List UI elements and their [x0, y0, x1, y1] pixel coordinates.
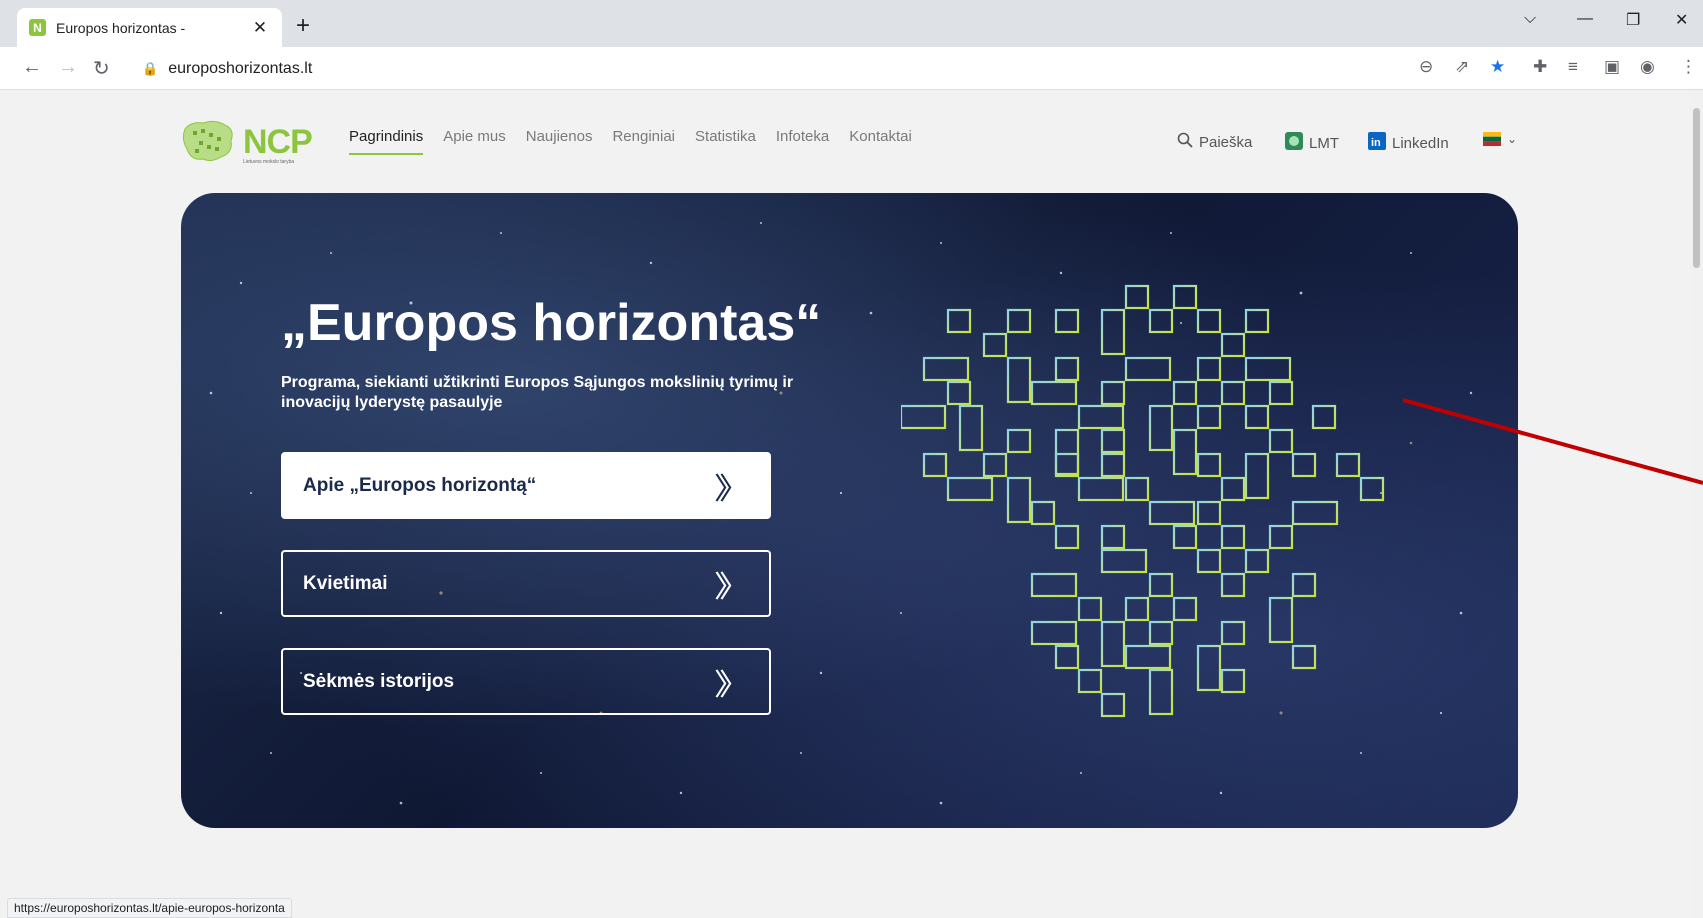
- lmt-link[interactable]: LMT: [1285, 132, 1339, 154]
- forward-icon[interactable]: →: [58, 56, 78, 79]
- success-stories-button[interactable]: Sėkmės istorijos 〉〉: [281, 648, 771, 715]
- lmt-logo-icon: [1285, 132, 1303, 154]
- linkedin-link[interactable]: in LinkedIn: [1368, 132, 1449, 154]
- new-tab-icon[interactable]: +: [296, 12, 310, 40]
- minimize-icon[interactable]: —: [1577, 10, 1593, 28]
- about-horizon-button[interactable]: Apie „Europos horizontą“ 〉〉: [281, 452, 771, 519]
- linkedin-icon: in: [1368, 132, 1386, 154]
- site-logo[interactable]: NCP Lietuvos mokslo taryba: [181, 115, 313, 165]
- vertical-scrollbar[interactable]: [1690, 90, 1703, 918]
- tab-close-icon[interactable]: ✕: [250, 18, 270, 38]
- status-bar-url: https://europoshorizontas.lt/apie-europo…: [7, 898, 292, 918]
- lock-icon: 🔒: [142, 61, 159, 76]
- hero-banner: „Europos horizontas“ Programa, siekianti…: [181, 193, 1518, 828]
- back-icon[interactable]: ←: [22, 56, 42, 79]
- bookmark-star-icon[interactable]: ★: [1490, 57, 1505, 77]
- hero-subtitle: Programa, siekianti užtikrinti Europos S…: [281, 374, 794, 411]
- search-icon: [1177, 132, 1193, 152]
- double-chevron-right-icon: 〉〉: [714, 668, 749, 702]
- scrollbar-thumb[interactable]: [1693, 108, 1700, 268]
- success-stories-label: Sėkmės istorijos: [303, 670, 455, 692]
- share-icon[interactable]: ⇗: [1455, 57, 1469, 77]
- lithuania-map-logo-icon: [182, 120, 233, 162]
- browser-toolbar: ← → ↻ 🔒 europoshorizontas.lt ⊖ ⇗ ★ ✚ ≡ ▣…: [0, 47, 1703, 90]
- nav-item-statistika[interactable]: Statistika: [695, 128, 756, 155]
- calls-button[interactable]: Kvietimai 〉〉: [281, 550, 771, 617]
- browser-tab-strip: N Europos horizontas - ✕ + ⌵ — ❐ ✕: [0, 0, 1703, 47]
- nav-item-kontaktai[interactable]: Kontaktai: [849, 128, 912, 155]
- double-chevron-right-icon: 〉〉: [714, 472, 749, 506]
- reload-icon[interactable]: ↻: [93, 56, 110, 81]
- hero-title: „Europos horizontas“: [281, 294, 822, 352]
- calls-label: Kvietimai: [303, 572, 388, 594]
- svg-text:in: in: [1371, 137, 1381, 149]
- about-horizon-label: Apie „Europos horizontą“: [303, 474, 537, 496]
- nav-item-renginiai[interactable]: Renginiai: [612, 128, 675, 155]
- pixel-map-pattern-graphic: [901, 284, 1385, 718]
- web-page: NCP Lietuvos mokslo taryba Pagrindinis A…: [0, 90, 1690, 918]
- chevron-down-icon: ⌄: [1507, 132, 1518, 146]
- zoom-icon[interactable]: ⊖: [1419, 57, 1433, 77]
- linkedin-label: LinkedIn: [1392, 134, 1449, 152]
- lmt-label: LMT: [1309, 134, 1339, 152]
- search-link[interactable]: Paieška: [1177, 132, 1252, 152]
- logo-subtitle: Lietuvos mokslo taryba: [243, 159, 295, 165]
- nav-item-infoteka[interactable]: Infoteka: [776, 128, 829, 155]
- browser-tab[interactable]: N Europos horizontas - ✕: [17, 8, 282, 47]
- logo-text: NCP: [243, 123, 313, 161]
- tab-search-icon[interactable]: ⌵: [1524, 10, 1536, 28]
- close-window-icon[interactable]: ✕: [1675, 10, 1688, 30]
- double-chevron-right-icon: 〉〉: [714, 570, 749, 604]
- restore-icon[interactable]: ❐: [1626, 10, 1640, 30]
- tab-title: Europos horizontas -: [56, 19, 186, 36]
- nav-item-naujienos[interactable]: Naujienos: [526, 128, 593, 155]
- site-favicon-icon: N: [29, 19, 46, 36]
- language-selector[interactable]: ⌄: [1483, 132, 1517, 146]
- menu-kebab-icon[interactable]: ⋮: [1680, 57, 1697, 77]
- url-text: europoshorizontas.lt: [168, 60, 313, 77]
- search-label: Paieška: [1199, 133, 1253, 151]
- nav-item-apie-mus[interactable]: Apie mus: [443, 128, 506, 155]
- extensions-icon[interactable]: ✚: [1533, 57, 1547, 77]
- media-icon[interactable]: ≡: [1568, 57, 1578, 77]
- lithuania-flag-icon: [1483, 132, 1501, 146]
- nav-item-pagrindinis[interactable]: Pagrindinis: [349, 128, 424, 155]
- address-bar[interactable]: 🔒 europoshorizontas.lt: [128, 52, 1428, 86]
- side-panel-icon[interactable]: ▣: [1604, 57, 1620, 77]
- profile-avatar-icon[interactable]: ◉: [1640, 57, 1655, 77]
- main-navigation: Pagrindinis Apie mus Naujienos Renginiai…: [349, 128, 912, 155]
